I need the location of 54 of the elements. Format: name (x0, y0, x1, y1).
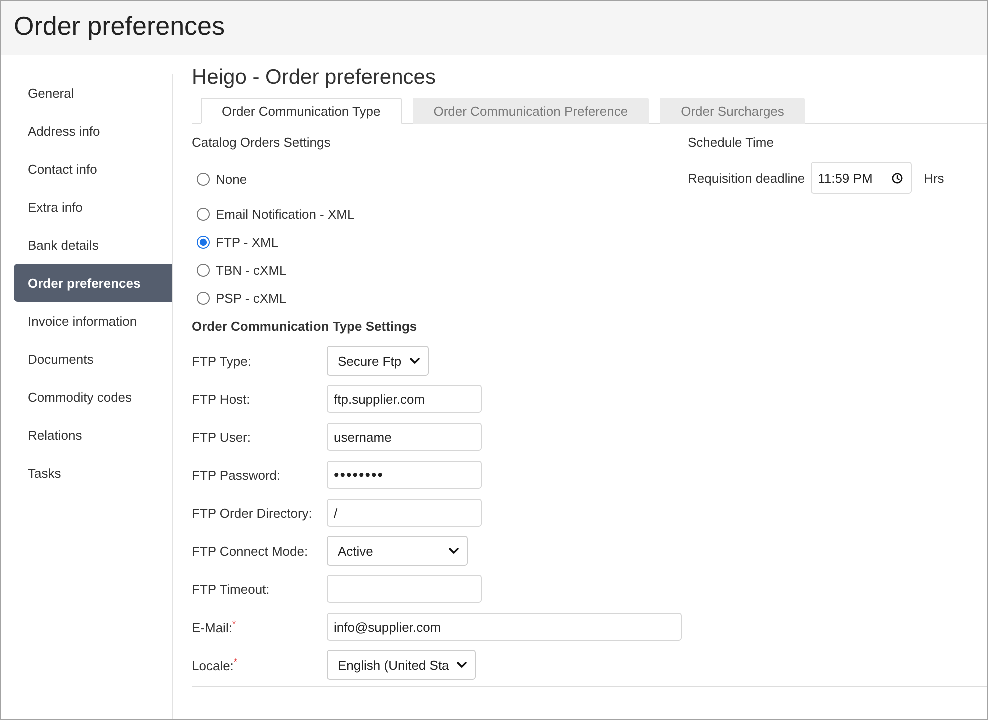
radio-label: TBN - cXML (216, 262, 287, 278)
chevron-down-icon (457, 662, 468, 668)
group-heading: Schedule Time (688, 135, 774, 151)
sidebar-item[interactable]: Extra info (14, 188, 172, 226)
clock-icon (892, 172, 904, 184)
field-label: FTP Host: (192, 392, 252, 406)
radio-label: Email Notification - XML (216, 206, 355, 222)
sidebar-item[interactable]: Address info (14, 112, 172, 150)
field-label: FTP Password: (192, 468, 282, 482)
dropdown[interactable]: Active (327, 536, 468, 566)
tab[interactable]: Order Communication Type (201, 98, 402, 124)
radio-button[interactable] (197, 264, 210, 276)
sidebar-item[interactable]: Bank details (14, 226, 172, 264)
text-field[interactable] (327, 575, 482, 603)
radio-button[interactable] (197, 292, 210, 304)
radio-label: None (216, 172, 248, 186)
dropdown[interactable]: English (United Sta (327, 650, 476, 680)
field-label: Locale:$^{*}$ (192, 656, 238, 674)
radio-label: PSP - cXML (216, 290, 287, 306)
text-field[interactable]: / (327, 499, 482, 527)
sidebar-item[interactable]: Commodity codes (14, 378, 172, 416)
field-label: FTP Timeout: (192, 582, 271, 596)
radio-button[interactable] (197, 172, 210, 186)
sidebar-item[interactable]: Contact info (14, 150, 172, 188)
field-label: FTP Order Directory: (192, 506, 314, 520)
sidebar-item[interactable]: Invoice information (14, 302, 172, 340)
radio-label: FTP - XML (216, 234, 279, 250)
field-label: FTP Connect Mode: (192, 544, 310, 558)
chevron-down-icon (449, 548, 459, 554)
group-heading: Order Communication Type Settings (192, 319, 418, 335)
unit-label: Hrs (924, 170, 944, 186)
time-field[interactable]: 11:59 PM (811, 162, 912, 194)
radio-button[interactable] (197, 236, 210, 248)
page-title: Order preferences (1, 1, 987, 55)
sidebar-item[interactable]: Relations (14, 416, 172, 454)
radio-button[interactable] (197, 208, 210, 220)
password-field[interactable]: •••••••• (327, 461, 482, 489)
text-field[interactable]: info@supplier.com (327, 613, 682, 641)
sidebar-item[interactable]: Order preferences (14, 264, 172, 302)
sidebar-item[interactable]: Tasks (14, 454, 172, 492)
sidebar-item[interactable]: General (14, 74, 172, 112)
text-field[interactable]: username (327, 423, 482, 451)
tab[interactable]: Order Communication Preference (412, 98, 650, 124)
dropdown[interactable]: Secure Ftp (327, 346, 429, 376)
sidebar-item[interactable]: Documents (14, 340, 172, 378)
field-label: FTP Type: (192, 354, 252, 368)
text-field[interactable]: ftp.supplier.com (327, 385, 482, 413)
tab[interactable]: Order Surcharges (660, 98, 806, 124)
field-label: FTP User: (192, 430, 252, 444)
field-label: Requisition deadline (688, 170, 806, 186)
field-label: E-Mail:$^{*}$ (192, 618, 237, 636)
chevron-down-icon (410, 358, 420, 364)
group-heading: Catalog Orders Settings (192, 135, 331, 151)
section-title: Heigo - Order preferences (192, 65, 436, 91)
